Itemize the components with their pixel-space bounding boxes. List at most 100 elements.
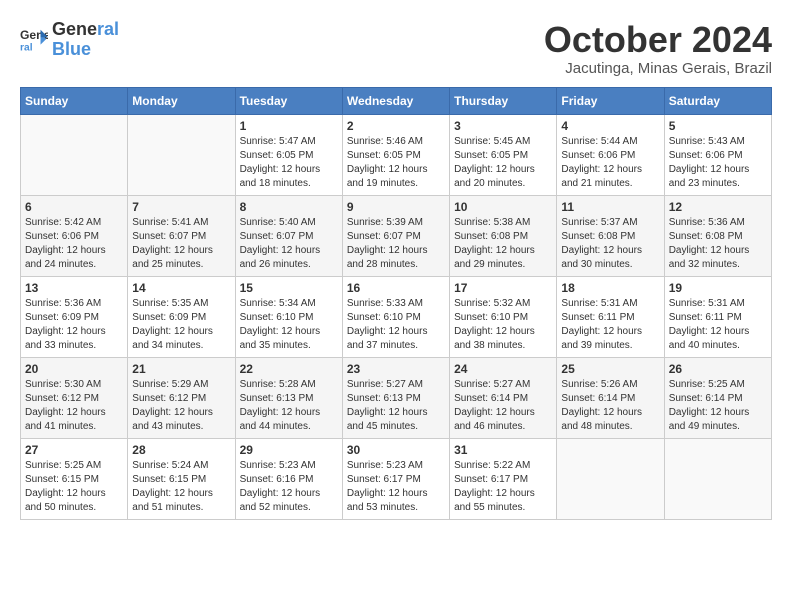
calendar-cell: 13Sunrise: 5:36 AMSunset: 6:09 PMDayligh… bbox=[21, 276, 128, 357]
calendar-cell: 3 Sunrise: 5:45 AMSunset: 6:05 PMDaylight… bbox=[450, 114, 557, 195]
calendar-cell: 2 Sunrise: 5:46 AMSunset: 6:05 PMDaylight… bbox=[342, 114, 449, 195]
calendar-body: 1 Sunrise: 5:47 AMSunset: 6:05 PMDaylight… bbox=[21, 114, 772, 519]
day-info: Sunrise: 5:33 AMSunset: 6:10 PMDaylight:… bbox=[347, 297, 445, 353]
day-info: Sunrise: 5:31 AMSunset: 6:11 PMDaylight:… bbox=[669, 297, 767, 353]
calendar-cell: 31Sunrise: 5:22 AMSunset: 6:17 PMDayligh… bbox=[450, 438, 557, 519]
calendar-cell: 4 Sunrise: 5:44 AMSunset: 6:06 PMDaylight… bbox=[557, 114, 664, 195]
day-number: 3 bbox=[454, 119, 552, 133]
day-number: 9 bbox=[347, 200, 445, 214]
day-info: Sunrise: 5:25 AMSunset: 6:15 PMDaylight:… bbox=[25, 459, 123, 515]
day-number: 14 bbox=[132, 281, 230, 295]
day-number: 7 bbox=[132, 200, 230, 214]
calendar-cell: 17 Sunrise: 5:32 AMSunset: 6:10 PMDayligh… bbox=[450, 276, 557, 357]
day-number: 31 bbox=[454, 443, 552, 457]
column-header-tuesday: Tuesday bbox=[235, 87, 342, 114]
column-header-saturday: Saturday bbox=[664, 87, 771, 114]
day-info: Sunrise: 5:32 AMSunset: 6:10 PMDaylight:… bbox=[454, 297, 552, 353]
day-info: Sunrise: 5:45 AMSunset: 6:05 PMDaylight:… bbox=[454, 135, 552, 191]
day-info: Sunrise: 5:41 AMSunset: 6:07 PMDaylight:… bbox=[132, 216, 230, 272]
calendar-cell: 11 Sunrise: 5:37 AMSunset: 6:08 PMDayligh… bbox=[557, 195, 664, 276]
day-number: 17 bbox=[454, 281, 552, 295]
calendar-cell: 9Sunrise: 5:39 AMSunset: 6:07 PMDaylight… bbox=[342, 195, 449, 276]
calendar-cell: 10Sunrise: 5:38 AMSunset: 6:08 PMDayligh… bbox=[450, 195, 557, 276]
calendar-cell bbox=[128, 114, 235, 195]
calendar-header: SundayMondayTuesdayWednesdayThursdayFrid… bbox=[21, 87, 772, 114]
week-row-1: 1 Sunrise: 5:47 AMSunset: 6:05 PMDaylight… bbox=[21, 114, 772, 195]
column-header-thursday: Thursday bbox=[450, 87, 557, 114]
day-number: 15 bbox=[240, 281, 338, 295]
day-number: 5 bbox=[669, 119, 767, 133]
title-block: October 2024 Jacutinga, Minas Gerais, Br… bbox=[544, 20, 772, 77]
logo-text: GeneralBlue bbox=[52, 20, 119, 60]
day-info: Sunrise: 5:28 AMSunset: 6:13 PMDaylight:… bbox=[240, 378, 338, 434]
calendar-cell: 16 Sunrise: 5:33 AMSunset: 6:10 PMDayligh… bbox=[342, 276, 449, 357]
calendar-cell: 1 Sunrise: 5:47 AMSunset: 6:05 PMDaylight… bbox=[235, 114, 342, 195]
calendar-cell: 24Sunrise: 5:27 AMSunset: 6:14 PMDayligh… bbox=[450, 357, 557, 438]
week-row-3: 13Sunrise: 5:36 AMSunset: 6:09 PMDayligh… bbox=[21, 276, 772, 357]
day-number: 21 bbox=[132, 362, 230, 376]
calendar-cell bbox=[664, 438, 771, 519]
day-number: 27 bbox=[25, 443, 123, 457]
calendar-cell: 7 Sunrise: 5:41 AMSunset: 6:07 PMDaylight… bbox=[128, 195, 235, 276]
day-number: 4 bbox=[561, 119, 659, 133]
location-title: Jacutinga, Minas Gerais, Brazil bbox=[544, 60, 772, 77]
day-number: 29 bbox=[240, 443, 338, 457]
day-number: 24 bbox=[454, 362, 552, 376]
logo-icon: Gene ral bbox=[20, 26, 48, 54]
day-info: Sunrise: 5:36 AMSunset: 6:08 PMDaylight:… bbox=[669, 216, 767, 272]
header-row: SundayMondayTuesdayWednesdayThursdayFrid… bbox=[21, 87, 772, 114]
day-info: Sunrise: 5:25 AMSunset: 6:14 PMDaylight:… bbox=[669, 378, 767, 434]
day-info: Sunrise: 5:40 AMSunset: 6:07 PMDaylight:… bbox=[240, 216, 338, 272]
calendar-table: SundayMondayTuesdayWednesdayThursdayFrid… bbox=[20, 87, 772, 520]
day-number: 2 bbox=[347, 119, 445, 133]
day-number: 19 bbox=[669, 281, 767, 295]
day-info: Sunrise: 5:30 AMSunset: 6:12 PMDaylight:… bbox=[25, 378, 123, 434]
day-info: Sunrise: 5:23 AMSunset: 6:17 PMDaylight:… bbox=[347, 459, 445, 515]
column-header-monday: Monday bbox=[128, 87, 235, 114]
week-row-4: 20Sunrise: 5:30 AMSunset: 6:12 PMDayligh… bbox=[21, 357, 772, 438]
calendar-cell: 30 Sunrise: 5:23 AMSunset: 6:17 PMDayligh… bbox=[342, 438, 449, 519]
day-info: Sunrise: 5:44 AMSunset: 6:06 PMDaylight:… bbox=[561, 135, 659, 191]
calendar-cell: 14Sunrise: 5:35 AMSunset: 6:09 PMDayligh… bbox=[128, 276, 235, 357]
day-info: Sunrise: 5:23 AMSunset: 6:16 PMDaylight:… bbox=[240, 459, 338, 515]
page-header: Gene ral GeneralBlue October 2024 Jacuti… bbox=[20, 20, 772, 77]
day-number: 22 bbox=[240, 362, 338, 376]
day-number: 16 bbox=[347, 281, 445, 295]
day-number: 8 bbox=[240, 200, 338, 214]
column-header-friday: Friday bbox=[557, 87, 664, 114]
calendar-cell: 5 Sunrise: 5:43 AMSunset: 6:06 PMDaylight… bbox=[664, 114, 771, 195]
day-number: 11 bbox=[561, 200, 659, 214]
week-row-2: 6Sunrise: 5:42 AMSunset: 6:06 PMDaylight… bbox=[21, 195, 772, 276]
day-info: Sunrise: 5:26 AMSunset: 6:14 PMDaylight:… bbox=[561, 378, 659, 434]
day-info: Sunrise: 5:37 AMSunset: 6:08 PMDaylight:… bbox=[561, 216, 659, 272]
day-number: 1 bbox=[240, 119, 338, 133]
day-number: 28 bbox=[132, 443, 230, 457]
day-number: 12 bbox=[669, 200, 767, 214]
calendar-cell: 22 Sunrise: 5:28 AMSunset: 6:13 PMDayligh… bbox=[235, 357, 342, 438]
calendar-cell: 19 Sunrise: 5:31 AMSunset: 6:11 PMDayligh… bbox=[664, 276, 771, 357]
calendar-cell: 26Sunrise: 5:25 AMSunset: 6:14 PMDayligh… bbox=[664, 357, 771, 438]
day-info: Sunrise: 5:46 AMSunset: 6:05 PMDaylight:… bbox=[347, 135, 445, 191]
day-info: Sunrise: 5:42 AMSunset: 6:06 PMDaylight:… bbox=[25, 216, 123, 272]
calendar-cell: 8 Sunrise: 5:40 AMSunset: 6:07 PMDaylight… bbox=[235, 195, 342, 276]
calendar-cell: 29 Sunrise: 5:23 AMSunset: 6:16 PMDayligh… bbox=[235, 438, 342, 519]
column-header-sunday: Sunday bbox=[21, 87, 128, 114]
calendar-cell: 21Sunrise: 5:29 AMSunset: 6:12 PMDayligh… bbox=[128, 357, 235, 438]
day-info: Sunrise: 5:36 AMSunset: 6:09 PMDaylight:… bbox=[25, 297, 123, 353]
calendar-cell: 15 Sunrise: 5:34 AMSunset: 6:10 PMDayligh… bbox=[235, 276, 342, 357]
month-title: October 2024 bbox=[544, 20, 772, 60]
day-number: 30 bbox=[347, 443, 445, 457]
day-info: Sunrise: 5:24 AMSunset: 6:15 PMDaylight:… bbox=[132, 459, 230, 515]
day-info: Sunrise: 5:47 AMSunset: 6:05 PMDaylight:… bbox=[240, 135, 338, 191]
calendar-cell: 20Sunrise: 5:30 AMSunset: 6:12 PMDayligh… bbox=[21, 357, 128, 438]
day-info: Sunrise: 5:43 AMSunset: 6:06 PMDaylight:… bbox=[669, 135, 767, 191]
logo: Gene ral GeneralBlue bbox=[20, 20, 119, 60]
calendar-cell bbox=[21, 114, 128, 195]
calendar-cell: 28 Sunrise: 5:24 AMSunset: 6:15 PMDayligh… bbox=[128, 438, 235, 519]
day-number: 18 bbox=[561, 281, 659, 295]
calendar-cell: 23Sunrise: 5:27 AMSunset: 6:13 PMDayligh… bbox=[342, 357, 449, 438]
day-info: Sunrise: 5:34 AMSunset: 6:10 PMDaylight:… bbox=[240, 297, 338, 353]
day-number: 25 bbox=[561, 362, 659, 376]
calendar-cell: 18Sunrise: 5:31 AMSunset: 6:11 PMDayligh… bbox=[557, 276, 664, 357]
column-header-wednesday: Wednesday bbox=[342, 87, 449, 114]
